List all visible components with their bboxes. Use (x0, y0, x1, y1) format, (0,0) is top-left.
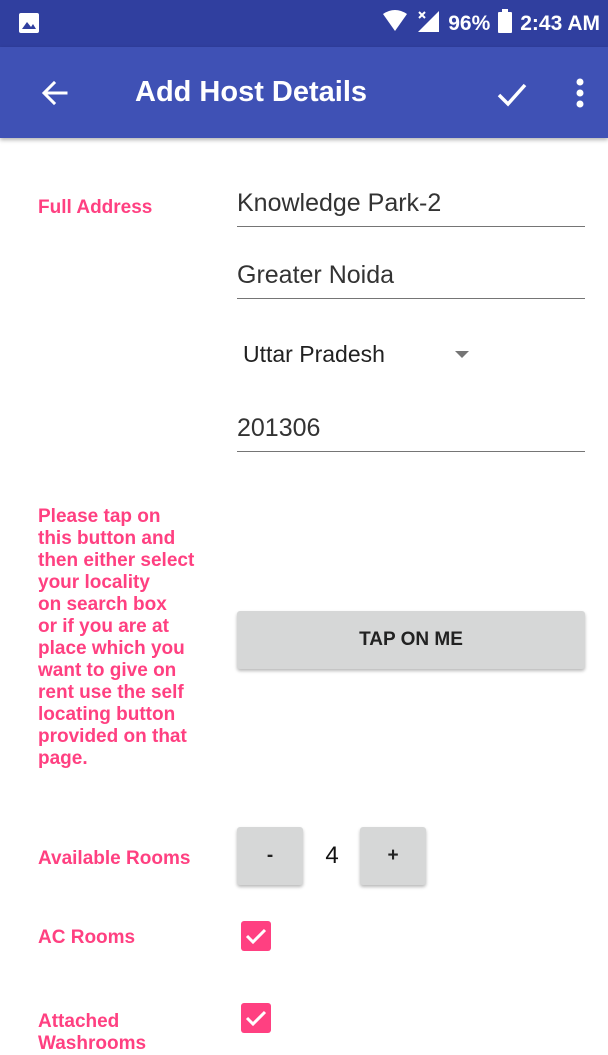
app-bar: Add Host Details (0, 47, 608, 138)
city-input[interactable]: Greater Noida (237, 258, 585, 299)
attached-washrooms-checkbox[interactable] (241, 1003, 271, 1033)
back-arrow-icon[interactable] (36, 77, 76, 109)
checkbox-checked-icon (245, 928, 267, 945)
signal-icon (416, 9, 440, 39)
rooms-count: 4 (325, 842, 339, 869)
battery-icon (498, 8, 513, 39)
ac-rooms-checkbox[interactable] (241, 921, 271, 951)
available-rooms-label: Available Rooms (38, 848, 191, 869)
state-dropdown[interactable]: Uttar Pradesh (243, 334, 483, 374)
full-address-label: Full Address (38, 197, 153, 218)
tap-on-me-button[interactable]: TAP ON ME (237, 611, 585, 669)
state-selected-value: Uttar Pradesh (243, 341, 385, 367)
ac-rooms-label: AC Rooms (38, 927, 136, 948)
locality-instructions: Please tap on this button and then eithe… (38, 506, 195, 769)
status-bar: 96% 2:43 AM (0, 0, 608, 47)
clock: 2:43 AM (520, 11, 600, 35)
wifi-icon (382, 9, 408, 38)
page-title: Add Host Details (135, 76, 368, 108)
increment-button[interactable]: + (360, 827, 426, 885)
battery-percent: 96% (448, 11, 491, 35)
checkbox-checked-icon (245, 1010, 267, 1027)
decrement-button[interactable]: - (237, 827, 303, 885)
image-icon (18, 12, 40, 39)
more-vert-icon[interactable] (568, 75, 592, 111)
check-icon[interactable] (494, 77, 530, 111)
attached-washrooms-label: Attached Washrooms (38, 1011, 147, 1054)
address-line1-input[interactable]: Knowledge Park-2 (237, 186, 585, 227)
pincode-input[interactable]: 201306 (237, 411, 585, 452)
dropdown-arrow-icon (455, 351, 469, 358)
